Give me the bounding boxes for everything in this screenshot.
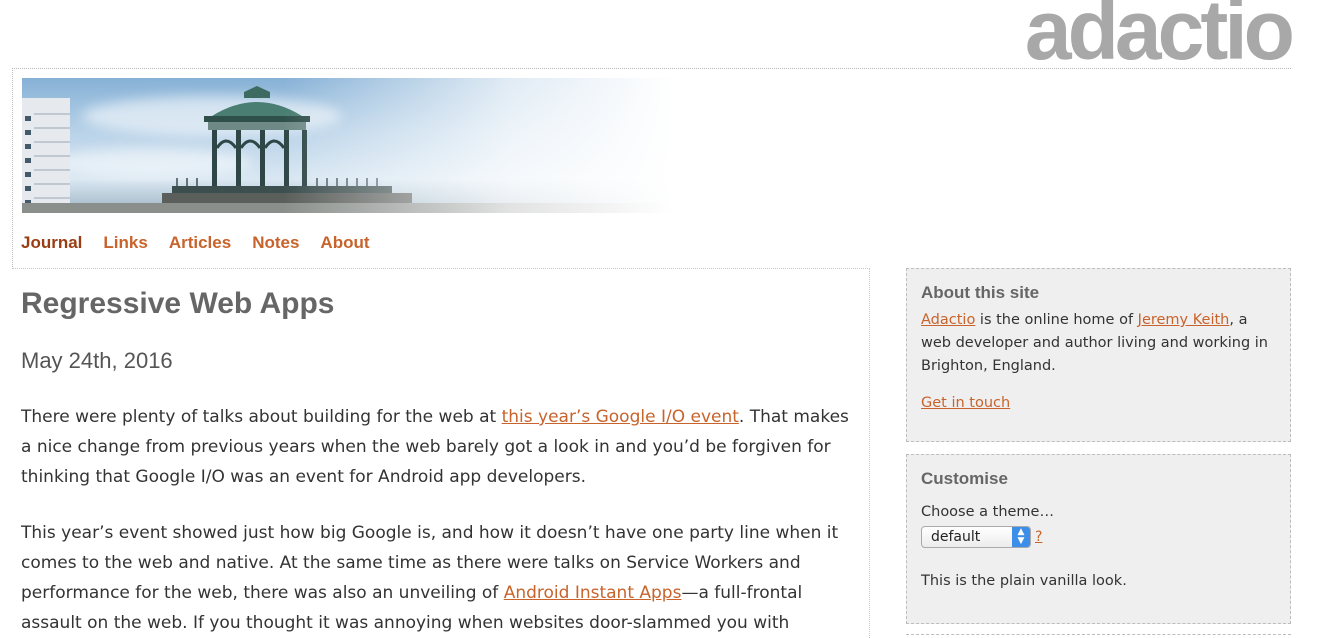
- theme-select-value: default: [931, 529, 981, 545]
- paragraph-1: There were plenty of talks about buildin…: [21, 402, 851, 492]
- nav-articles[interactable]: Articles: [169, 233, 231, 253]
- site-logo[interactable]: adactio: [1025, 0, 1295, 72]
- post-date[interactable]: May 24th, 2016: [21, 348, 173, 374]
- banner-image: [22, 78, 674, 213]
- article: Regressive Web Apps May 24th, 2016 There…: [12, 268, 870, 638]
- select-arrows-icon: ▲ ▼: [1012, 527, 1030, 547]
- nav-links[interactable]: Links: [103, 233, 147, 253]
- theme-description: This is the plain vanilla look.: [921, 573, 1127, 589]
- about-text-1: is the online home of: [975, 312, 1138, 328]
- about-heading: About this site: [921, 283, 1040, 302]
- paragraph-2: This year’s event showed just how big Go…: [21, 518, 851, 638]
- main-nav: Journal Links Articles Notes About: [21, 233, 370, 253]
- p1-text-before: There were plenty of talks about buildin…: [21, 407, 502, 427]
- nav-about[interactable]: About: [320, 233, 369, 253]
- about-text: Adactio is the online home of Jeremy Kei…: [921, 309, 1276, 378]
- theme-select[interactable]: default ▲ ▼: [921, 526, 1031, 548]
- post-title: Regressive Web Apps: [21, 287, 335, 320]
- get-in-touch-link[interactable]: Get in touch: [921, 395, 1010, 411]
- next-sidebar-box: [906, 634, 1291, 638]
- about-box: About this site Adactio is the online ho…: [906, 268, 1291, 442]
- customise-heading: Customise: [921, 469, 1008, 488]
- adactio-link[interactable]: Adactio: [921, 312, 975, 328]
- theme-prompt: Choose a theme…: [921, 504, 1054, 520]
- post-body: There were plenty of talks about buildin…: [21, 402, 851, 638]
- customise-box: Customise Choose a theme… default ▲ ▼ ? T…: [906, 454, 1291, 624]
- nav-journal[interactable]: Journal: [21, 233, 82, 253]
- google-io-link[interactable]: this year’s Google I/O event: [502, 407, 739, 427]
- jeremy-keith-link[interactable]: Jeremy Keith: [1138, 312, 1230, 328]
- android-instant-apps-link[interactable]: Android Instant Apps: [504, 583, 682, 603]
- theme-help-link[interactable]: ?: [1035, 529, 1042, 545]
- nav-notes[interactable]: Notes: [252, 233, 299, 253]
